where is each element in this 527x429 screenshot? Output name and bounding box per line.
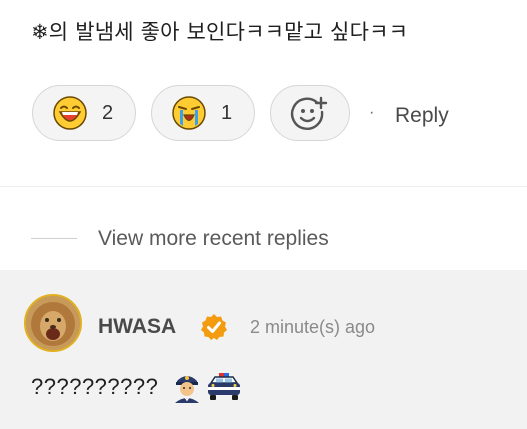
separator-dot: · <box>369 104 375 121</box>
reply-text-content: ?????????? <box>31 374 159 399</box>
reply-text: ?????????? <box>31 374 158 400</box>
view-more-line <box>31 238 77 239</box>
reaction-crying-button[interactable]: 1 <box>151 85 255 141</box>
reply-card: HWASA 2 minute(s) ago ?????????? <box>0 270 527 429</box>
reaction-laughing-button[interactable]: 2 <box>32 85 136 141</box>
police-officer-icon <box>175 376 199 403</box>
comment-text: ❄의 발냄세 좋아 보인다ㅋㅋ맡고 싶다ㅋㅋ <box>31 20 409 44</box>
divider <box>0 186 527 187</box>
add-reaction-button[interactable] <box>270 85 350 141</box>
reaction-count: 2 <box>102 102 114 124</box>
laughing-face-icon <box>53 96 87 130</box>
author-name[interactable]: HWASA <box>98 315 176 339</box>
add-reaction-icon <box>290 96 328 130</box>
lion-avatar-image <box>26 296 80 350</box>
comment-block: ❄의 발냄세 좋아 보인다ㅋㅋ맡고 싶다ㅋㅋ 2 1 · Reply <box>0 0 527 186</box>
police-car-icon <box>208 373 240 400</box>
crying-face-icon <box>172 96 206 130</box>
avatar[interactable] <box>24 294 82 352</box>
reaction-count: 1 <box>221 102 233 124</box>
timestamp: 2 minute(s) ago <box>250 317 376 337</box>
view-more-replies-link[interactable]: View more recent replies <box>98 227 329 251</box>
reply-button[interactable]: Reply <box>395 104 449 128</box>
verified-badge-icon <box>201 314 227 340</box>
